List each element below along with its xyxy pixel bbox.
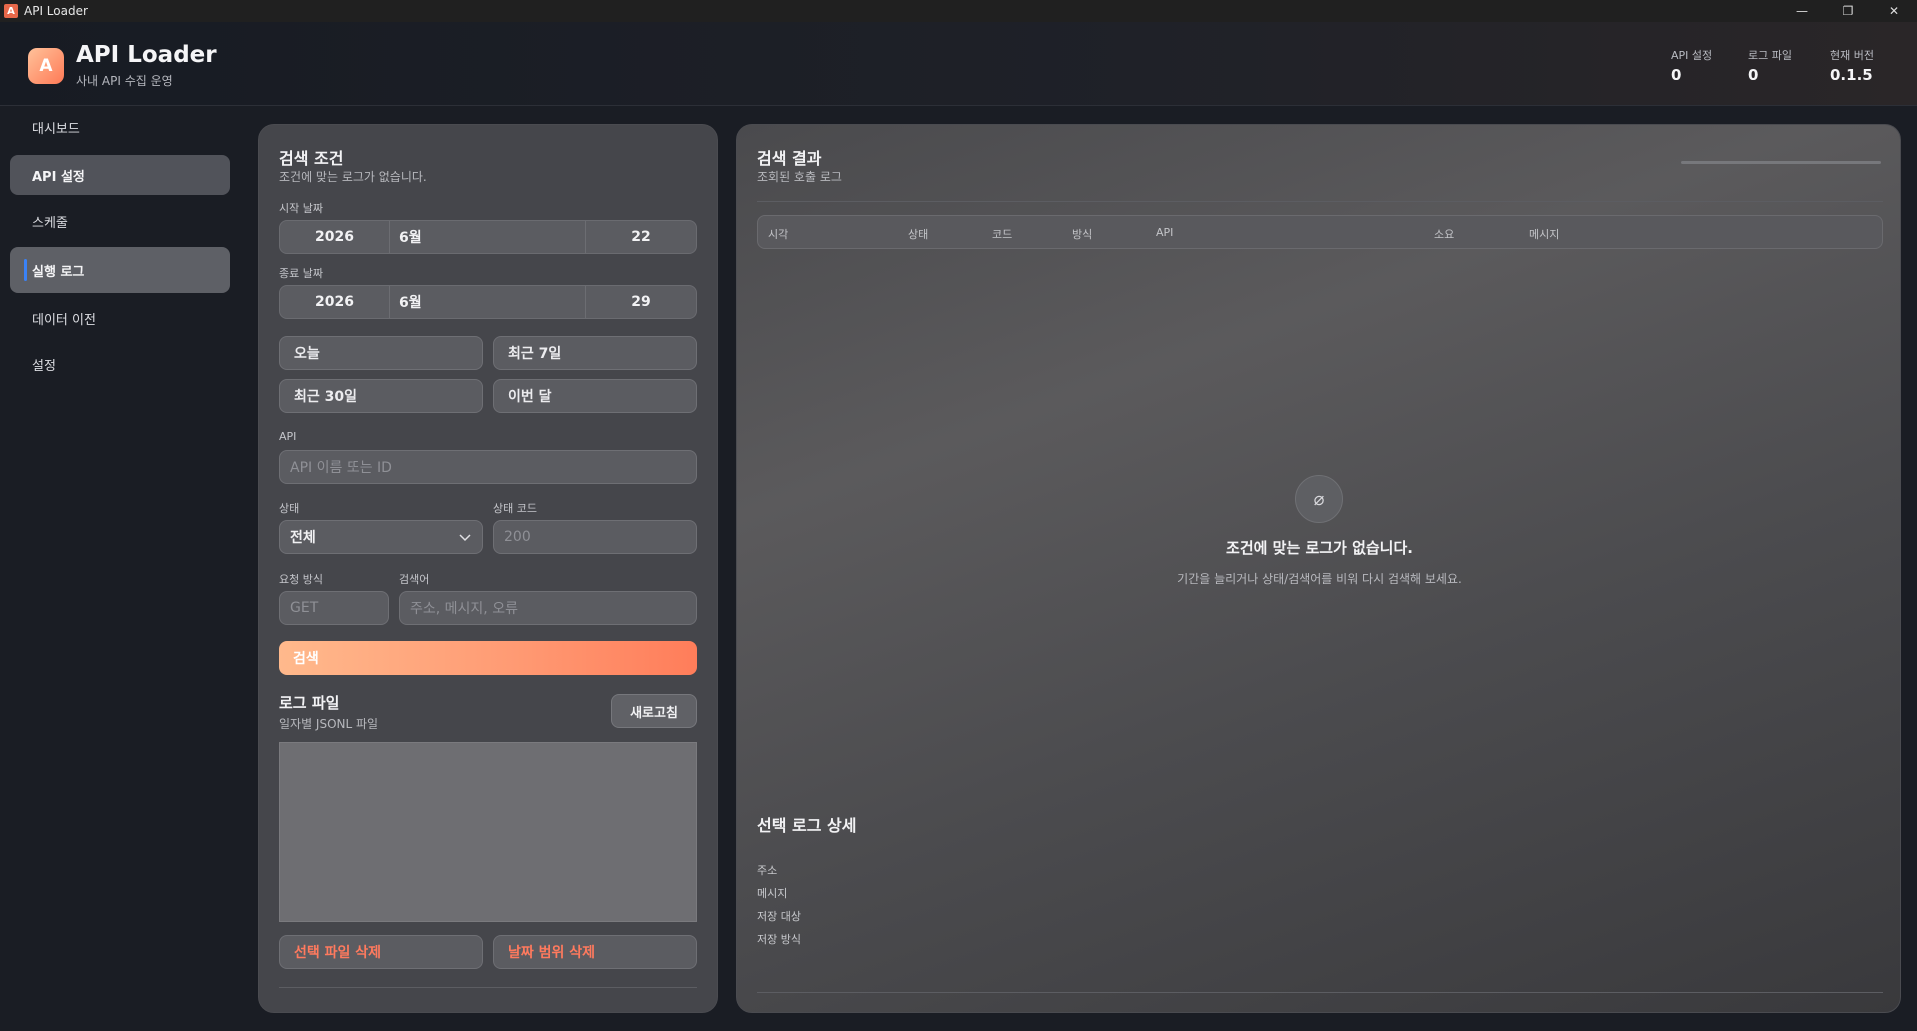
divider xyxy=(757,992,1883,993)
results-subtitle: 조회된 호출 로그 xyxy=(757,170,842,184)
app-title: API Loader xyxy=(76,42,217,68)
column-header-time[interactable]: 시각 xyxy=(768,226,788,242)
quick-today-button[interactable]: 오늘 xyxy=(279,336,483,370)
sidebar-item-settings[interactable]: 설정 xyxy=(10,344,230,384)
window-title: API Loader xyxy=(24,4,88,18)
column-header-message[interactable]: 메시지 xyxy=(1529,226,1559,242)
detail-field-storage-method: 저장 방식 xyxy=(757,933,801,946)
results-panel: 검색 결과 조회된 호출 로그 시각 상태 코드 방식 API 소요 메시지 ⌀… xyxy=(736,124,1901,1013)
window-titlebar: A API Loader — ❐ ✕ xyxy=(0,0,1917,22)
start-date-label: 시작 날짜 xyxy=(279,202,323,215)
column-header-status[interactable]: 상태 xyxy=(908,226,928,242)
stat-label: API 설정 xyxy=(1671,49,1713,62)
status-code-input[interactable]: 200 xyxy=(493,520,697,554)
end-month[interactable]: 6월 xyxy=(390,286,586,318)
detail-field-storage-target: 저장 대상 xyxy=(757,910,801,923)
app-header: A API Loader 사내 API 수집 운영 API 설정 0 로그 파일… xyxy=(0,22,1917,106)
minimize-icon[interactable]: — xyxy=(1779,0,1825,22)
start-date-picker[interactable]: 2026 6월 22 xyxy=(279,220,697,254)
end-date-picker[interactable]: 2026 6월 29 xyxy=(279,285,697,319)
delete-date-range-button[interactable]: 날짜 범위 삭제 xyxy=(493,935,697,969)
search-button[interactable]: 검색 xyxy=(279,641,697,675)
delete-selected-files-button[interactable]: 선택 파일 삭제 xyxy=(279,935,483,969)
status-select-value: 전체 xyxy=(290,530,316,546)
sidebar-item-label: 대시보드 xyxy=(32,121,80,137)
keyword-input[interactable]: 주소, 메시지, 오류 xyxy=(399,591,697,625)
sidebar-item-label: 설정 xyxy=(32,358,56,374)
results-title: 검색 결과 xyxy=(757,149,822,168)
sidebar-item-dashboard[interactable]: 대시보드 xyxy=(10,107,230,147)
log-files-subtitle: 일자별 JSONL 파일 xyxy=(279,717,379,731)
app-subtitle: 사내 API 수집 운영 xyxy=(76,74,173,88)
method-label: 요청 방식 xyxy=(279,573,323,586)
app-window-icon: A xyxy=(4,4,18,18)
search-subtitle: 조건에 맞는 로그가 없습니다. xyxy=(279,170,427,184)
status-select[interactable]: 전체 xyxy=(279,520,483,554)
divider xyxy=(757,201,1883,202)
keyword-label: 검색어 xyxy=(399,573,430,586)
stat-value: 0.1.5 xyxy=(1830,66,1873,84)
end-date-label: 종료 날짜 xyxy=(279,267,323,280)
stat-version: 현재 버전 0.1.5 xyxy=(1830,47,1874,84)
chevron-down-icon xyxy=(459,534,471,542)
end-year[interactable]: 2026 xyxy=(280,286,390,318)
refresh-button[interactable]: 새로고침 xyxy=(611,694,697,728)
column-header-api[interactable]: API xyxy=(1156,226,1173,239)
divider xyxy=(279,987,697,988)
column-header-code[interactable]: 코드 xyxy=(992,226,1012,242)
log-detail-title: 선택 로그 상세 xyxy=(757,816,857,835)
sidebar-item-data-migration[interactable]: 데이터 이전 xyxy=(10,298,230,338)
sidebar-item-label: API 설정 xyxy=(32,169,85,185)
stat-value: 0 xyxy=(1748,66,1759,84)
empty-state-title: 조건에 맞는 로그가 없습니다. xyxy=(1226,539,1413,557)
sidebar-item-label: 스케줄 xyxy=(32,215,68,231)
sidebar-item-api-settings[interactable]: API 설정 xyxy=(10,155,230,195)
restore-icon[interactable]: ❐ xyxy=(1825,0,1871,22)
app-logo: A xyxy=(28,48,64,84)
sidebar-item-label: 실행 로그 xyxy=(32,264,85,280)
sidebar-item-label: 데이터 이전 xyxy=(32,312,96,328)
status-code-label: 상태 코드 xyxy=(493,502,537,515)
column-header-method[interactable]: 방식 xyxy=(1072,226,1092,242)
sidebar: 대시보드 API 설정 스케줄 실행 로그 데이터 이전 설정 xyxy=(0,107,240,1031)
detail-field-message: 메시지 xyxy=(757,887,788,900)
window-controls: — ❐ ✕ xyxy=(1779,0,1917,22)
api-input[interactable]: API 이름 또는 ID xyxy=(279,450,697,484)
api-label: API xyxy=(279,430,297,443)
start-year[interactable]: 2026 xyxy=(280,221,390,253)
empty-state-icon: ⌀ xyxy=(1295,475,1343,523)
end-day[interactable]: 29 xyxy=(586,286,696,318)
stat-log-files: 로그 파일 0 xyxy=(1748,47,1792,84)
search-panel: 검색 조건 조건에 맞는 로그가 없습니다. 시작 날짜 2026 6월 22 … xyxy=(258,124,718,1013)
log-files-title: 로그 파일 xyxy=(279,694,340,712)
stat-label: 로그 파일 xyxy=(1748,49,1792,62)
start-day[interactable]: 22 xyxy=(586,221,696,253)
method-input[interactable]: GET xyxy=(279,591,389,625)
search-title: 검색 조건 xyxy=(279,149,344,168)
status-label: 상태 xyxy=(279,502,300,515)
sidebar-item-schedule[interactable]: 스케줄 xyxy=(10,201,230,241)
loading-progress-bar xyxy=(1681,161,1881,164)
quick-last7-button[interactable]: 최근 7일 xyxy=(493,336,697,370)
active-indicator xyxy=(24,259,27,281)
results-table-header: 시각 상태 코드 방식 API 소요 메시지 xyxy=(757,215,1883,249)
empty-state-description: 기간을 늘리거나 상태/검색어를 비워 다시 검색해 보세요. xyxy=(1177,572,1462,586)
stat-value: 0 xyxy=(1671,66,1682,84)
log-file-list[interactable] xyxy=(279,742,697,922)
start-month[interactable]: 6월 xyxy=(390,221,586,253)
close-icon[interactable]: ✕ xyxy=(1871,0,1917,22)
stat-api-settings: API 설정 0 xyxy=(1671,47,1712,84)
quick-last30-button[interactable]: 최근 30일 xyxy=(279,379,483,413)
quick-this-month-button[interactable]: 이번 달 xyxy=(493,379,697,413)
stat-label: 현재 버전 xyxy=(1830,49,1874,62)
detail-field-address: 주소 xyxy=(757,864,778,877)
sidebar-item-run-logs[interactable]: 실행 로그 xyxy=(10,247,230,293)
column-header-duration[interactable]: 소요 xyxy=(1434,226,1454,242)
